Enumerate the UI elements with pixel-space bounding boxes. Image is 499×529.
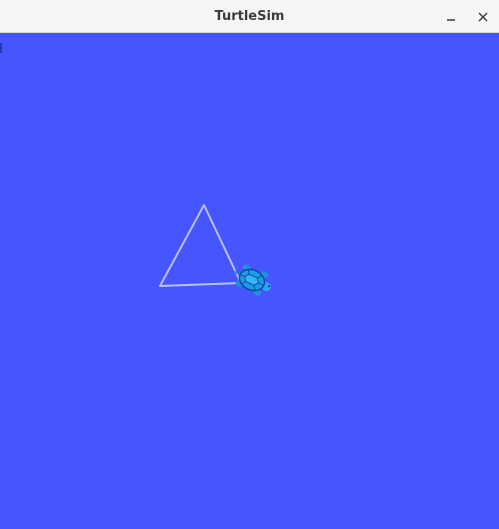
turtle-drawing <box>159 204 272 296</box>
minimize-icon <box>447 19 455 21</box>
minimize-button[interactable] <box>438 4 464 30</box>
title-bar[interactable]: TurtleSim <box>0 0 499 33</box>
turtlesim-window: TurtleSim <box>0 0 499 529</box>
turtle-canvas <box>0 33 499 529</box>
pen-trail <box>159 204 242 287</box>
turtle-icon <box>233 264 272 296</box>
close-icon <box>478 12 488 22</box>
close-button[interactable] <box>470 4 496 30</box>
window-title: TurtleSim <box>214 9 285 24</box>
